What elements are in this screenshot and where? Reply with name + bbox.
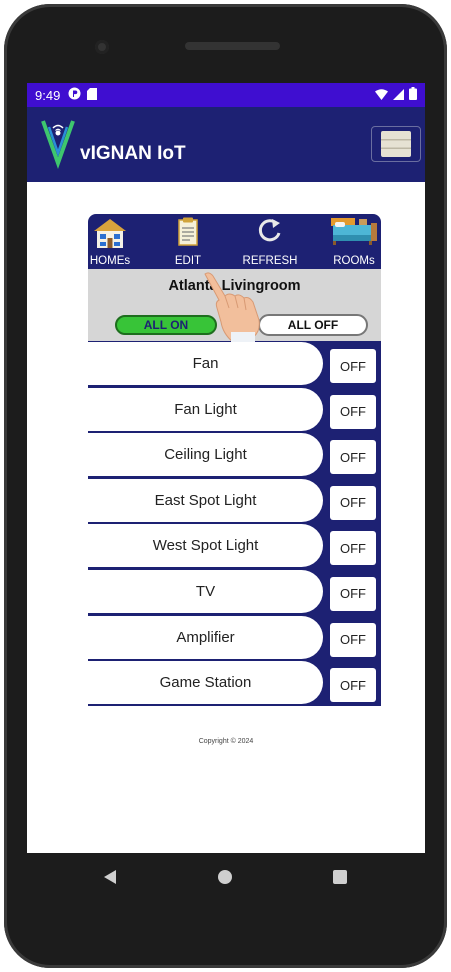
device-list: Fan OFF Fan Light OFF Ceiling Light OFF … — [88, 341, 381, 706]
refresh-icon — [258, 219, 281, 242]
sd-card-icon — [87, 87, 98, 103]
homes-label: HOMEs — [89, 255, 131, 267]
app-title: vIGNAN IoT — [80, 143, 186, 164]
battery-icon — [409, 87, 417, 103]
device-row: Ceiling Light OFF — [88, 432, 381, 478]
status-bar: 9:49 — [27, 83, 425, 107]
hamburger-icon — [381, 131, 411, 157]
recent-apps-icon[interactable] — [333, 870, 347, 884]
wifi-icon — [375, 88, 388, 103]
refresh-button[interactable]: REFRESH — [238, 214, 302, 269]
device-name-button[interactable]: Ceiling Light — [88, 433, 323, 477]
edit-document-icon — [178, 217, 198, 246]
device-name-button[interactable]: TV — [88, 569, 323, 613]
device-name-button[interactable]: Amplifier — [88, 615, 323, 659]
notification-icon — [68, 87, 81, 103]
device-toggle-button[interactable]: OFF — [330, 531, 376, 566]
edit-label: EDIT — [174, 255, 202, 267]
device-row: Fan Light OFF — [88, 387, 381, 433]
refresh-label: REFRESH — [242, 255, 298, 267]
device-row: TV OFF — [88, 569, 381, 615]
all-off-button[interactable]: ALL OFF — [258, 314, 368, 336]
rooms-button[interactable]: ROOMs — [328, 214, 380, 269]
device-toggle-button[interactable]: OFF — [330, 668, 376, 703]
copyright-text: Copyright © 2024 — [198, 738, 254, 745]
pointing-hand-icon — [204, 272, 260, 342]
device-name-button[interactable]: Game Station — [88, 661, 323, 705]
device-toggle-button[interactable]: OFF — [330, 394, 376, 429]
homes-button[interactable]: HOMEs — [88, 214, 132, 269]
room-toolbar: HOMEs EDIT REFRESH ROOMs — [88, 214, 381, 269]
bedroom-icon — [331, 218, 377, 245]
device-toggle-button[interactable]: OFF — [330, 576, 376, 611]
device-name-button[interactable]: Fan — [88, 342, 323, 385]
menu-button[interactable] — [371, 126, 421, 162]
all-on-button[interactable]: ALL ON — [115, 315, 217, 335]
room-control-panel: HOMEs EDIT REFRESH ROOMs Atlanta Livingr… — [88, 214, 381, 706]
android-nav-bar — [27, 853, 425, 903]
app-bar: vIGNAN IoT — [27, 107, 425, 182]
home-icon[interactable] — [218, 870, 232, 884]
device-toggle-button[interactable]: OFF — [330, 622, 376, 657]
back-icon[interactable] — [103, 869, 117, 885]
device-toggle-button[interactable]: OFF — [330, 485, 376, 520]
device-row: West Spot Light OFF — [88, 523, 381, 569]
device-row: East Spot Light OFF — [88, 478, 381, 524]
device-row: Amplifier OFF — [88, 615, 381, 661]
device-name-button[interactable]: Fan Light — [88, 387, 323, 431]
device-name-button[interactable]: East Spot Light — [88, 478, 323, 522]
device-name-button[interactable]: West Spot Light — [88, 524, 323, 568]
vignan-logo-icon — [41, 120, 75, 169]
signal-icon — [393, 88, 404, 103]
rooms-label: ROOMs — [333, 255, 375, 267]
device-toggle-button[interactable]: OFF — [330, 349, 376, 383]
device-row: Fan OFF — [88, 341, 381, 387]
front-camera — [95, 40, 109, 54]
house-icon — [94, 219, 126, 248]
device-toggle-button[interactable]: OFF — [330, 440, 376, 475]
app-screen: 9:49 vIGNAN IoT HOMEs EDIT REFRESH ROOMs… — [27, 83, 425, 853]
device-row: Game Station OFF — [88, 660, 381, 706]
earpiece-speaker — [185, 42, 280, 50]
status-time: 9:49 — [35, 87, 61, 103]
edit-button[interactable]: EDIT — [168, 214, 208, 269]
